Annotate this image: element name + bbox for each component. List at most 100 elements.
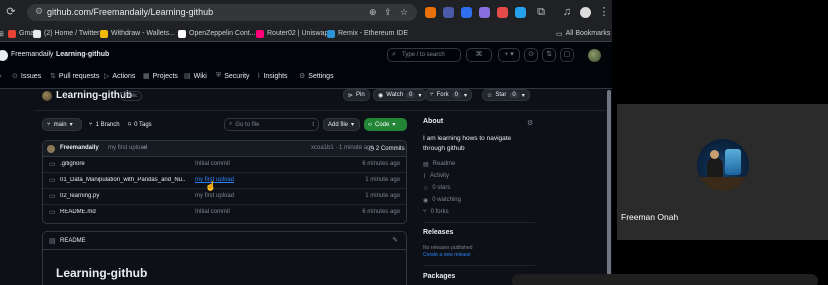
packages-heading[interactable]: Packages (423, 273, 455, 280)
media-icon[interactable]: ♫ (560, 5, 574, 19)
participant-video-tile[interactable]: Freeman Onah (617, 104, 828, 240)
mouse-cursor-icon: ☝ (205, 181, 217, 191)
edit-pencil-icon[interactable]: ✎ (392, 236, 398, 244)
file-row[interactable]: ▭ 01_Data_Manipulation_with_Pandas_and_N… (43, 173, 406, 189)
breadcrumb-separator: / (49, 51, 51, 58)
star-button[interactable]: ☆ Star 0 ▾ (482, 89, 530, 101)
file-row[interactable]: ▭ README.md Initial commit 6 minutes ago (43, 205, 406, 221)
zoom-icon[interactable]: ⊕ (369, 7, 377, 18)
branch-icon: ⑂ (47, 121, 51, 128)
play-icon: ▷ (104, 73, 110, 80)
profile-avatar[interactable] (580, 7, 591, 18)
branches-link[interactable]: ⑂ 1 Branch (89, 118, 120, 131)
gear-icon[interactable]: ⚙ (527, 119, 533, 127)
commit-message[interactable]: my first upload (108, 145, 147, 151)
watch-button[interactable]: ◉ Watch 0 ▾ (373, 89, 427, 101)
bookmark-item[interactable]: Remix - Ethereum IDE (327, 27, 408, 40)
gmail-icon (8, 29, 16, 38)
tab-insights[interactable]: ⌇ Insights (257, 70, 288, 82)
code-icon: ‹› (368, 121, 372, 128)
file-row[interactable]: ▭ .gitignore Initial commit 6 minutes ag… (43, 157, 406, 173)
tab-code[interactable]: ‹› (0, 70, 2, 82)
shortcut-hint: t (312, 121, 314, 128)
readme-tab[interactable]: README (60, 238, 86, 244)
search-input[interactable]: ⌕ Type / to search (387, 48, 461, 62)
tags-link[interactable]: ⌑ 0 Tags (128, 118, 152, 131)
tab-settings[interactable]: ⚙ Settings (299, 70, 334, 82)
pulse-icon: ⌇ (423, 174, 426, 180)
activity-link[interactable]: ⌇ Activity (423, 173, 449, 180)
monitor-glow (725, 149, 741, 175)
pull-requests-icon[interactable]: ⇅ (542, 48, 556, 62)
all-bookmarks[interactable]: ▭ All Bookmarks (556, 27, 610, 40)
browser-toolbar: ⟳ ⚙ github.com/Freemandaily/Learning-git… (0, 0, 612, 25)
tab-issues[interactable]: ⊙ Issues (12, 70, 41, 82)
menu-kebab-icon[interactable]: ⋮ (597, 5, 611, 19)
extension-icon[interactable] (425, 7, 436, 18)
bookmark-item[interactable]: Withdraw - Wallets... (100, 27, 175, 40)
bookmark-item[interactable]: Router02 | Uniswap (256, 27, 328, 40)
address-bar[interactable]: ⚙ github.com/Freemandaily/Learning-githu… (27, 4, 417, 21)
extension-icon[interactable] (497, 7, 508, 18)
bookmark-star-icon[interactable]: ☆ (400, 7, 408, 18)
reload-icon[interactable]: ⟳ (4, 5, 18, 19)
pin-button[interactable]: ⊳ Pin (343, 89, 370, 101)
extension-icon[interactable] (479, 7, 490, 18)
commit-author[interactable]: Freemandaily (60, 145, 99, 151)
participant-name: Freeman Onah (621, 212, 679, 222)
tab-wiki[interactable]: ▤ Wiki (184, 70, 207, 82)
share-icon[interactable]: ⇪ (384, 7, 392, 18)
divider (423, 265, 535, 266)
branch-icon: ⑂ (89, 121, 93, 128)
desk (697, 177, 749, 191)
command-palette-button[interactable]: ⌘ (466, 48, 492, 62)
breadcrumb-repo[interactable]: Learning-github (56, 51, 109, 58)
tab-projects[interactable]: ▦ Projects (143, 70, 178, 82)
readme-link[interactable]: ▤ Readme (423, 161, 455, 168)
file-row[interactable]: ▭ 02_learning.py my first upload 1 minut… (43, 189, 406, 205)
site-info-icon[interactable]: ⚙ (35, 6, 43, 17)
author-avatar[interactable] (47, 145, 55, 153)
bookmark-item[interactable]: (2) Home / Twitter (33, 27, 100, 40)
issues-icon[interactable]: ⊙ (524, 48, 538, 62)
file-icon: ▭ (49, 193, 56, 200)
commit-hash-time[interactable]: xcoa1b1 · 1 minute ago (311, 145, 374, 151)
extension-icon[interactable] (461, 7, 472, 18)
search-icon: ⌕ (229, 121, 233, 127)
bookmark-item[interactable]: OpenZeppelin Cont... (178, 27, 256, 40)
ellipsis-icon[interactable]: ▪▪ (143, 145, 147, 151)
divider (35, 110, 605, 111)
no-releases-text: No releases published (423, 245, 473, 251)
scrollbar-thumb[interactable] (607, 90, 611, 280)
go-to-file-input[interactable]: ⌕ Go to file t (224, 118, 319, 131)
bookmark-apps-icon[interactable]: ⊞ (0, 27, 4, 40)
releases-heading[interactable]: Releases (423, 229, 453, 236)
fork-button[interactable]: ⑂ Fork 0 ▾ (425, 89, 472, 101)
forks-link[interactable]: ⑂ 0 forks (423, 209, 449, 215)
binance-icon (100, 29, 108, 38)
breadcrumb-owner[interactable]: Freemandaily (11, 51, 53, 58)
code-button[interactable]: ‹› Code ▾ (364, 118, 407, 131)
add-file-button[interactable]: Add file ▾ (323, 118, 360, 131)
inbox-icon[interactable]: ▢ (560, 48, 574, 62)
branch-selector[interactable]: ⑂ main ▾ (42, 118, 82, 131)
meeting-controls-bar[interactable] (512, 274, 818, 285)
stars-link[interactable]: ☆ 0 stars (423, 185, 450, 192)
owner-avatar[interactable] (42, 91, 52, 101)
extension-icon[interactable] (515, 7, 526, 18)
extensions-puzzle-icon[interactable]: ⧉ (534, 5, 548, 19)
extension-icon[interactable] (443, 7, 454, 18)
create-new-button[interactable]: + ▾ (498, 48, 520, 62)
user-avatar[interactable] (588, 49, 601, 62)
github-logo-icon[interactable] (0, 50, 8, 61)
tab-actions[interactable]: ▷ Actions (104, 70, 135, 82)
tab-security[interactable]: ⛨ Security (216, 70, 250, 82)
create-release-link[interactable]: Create a new release (423, 252, 471, 258)
commits-link[interactable]: ◷ 2 Commits (369, 145, 405, 152)
tag-icon: ⌑ (128, 122, 132, 128)
readme-heading: Learning-github (56, 266, 148, 280)
tab-pull-requests[interactable]: ⇅ Pull requests (50, 70, 99, 82)
github-header: Freemandaily / Learning-github ⌕ Type / … (0, 42, 612, 89)
watching-link[interactable]: ◉ 0 watching (423, 197, 461, 204)
participant-avatar (697, 139, 749, 191)
